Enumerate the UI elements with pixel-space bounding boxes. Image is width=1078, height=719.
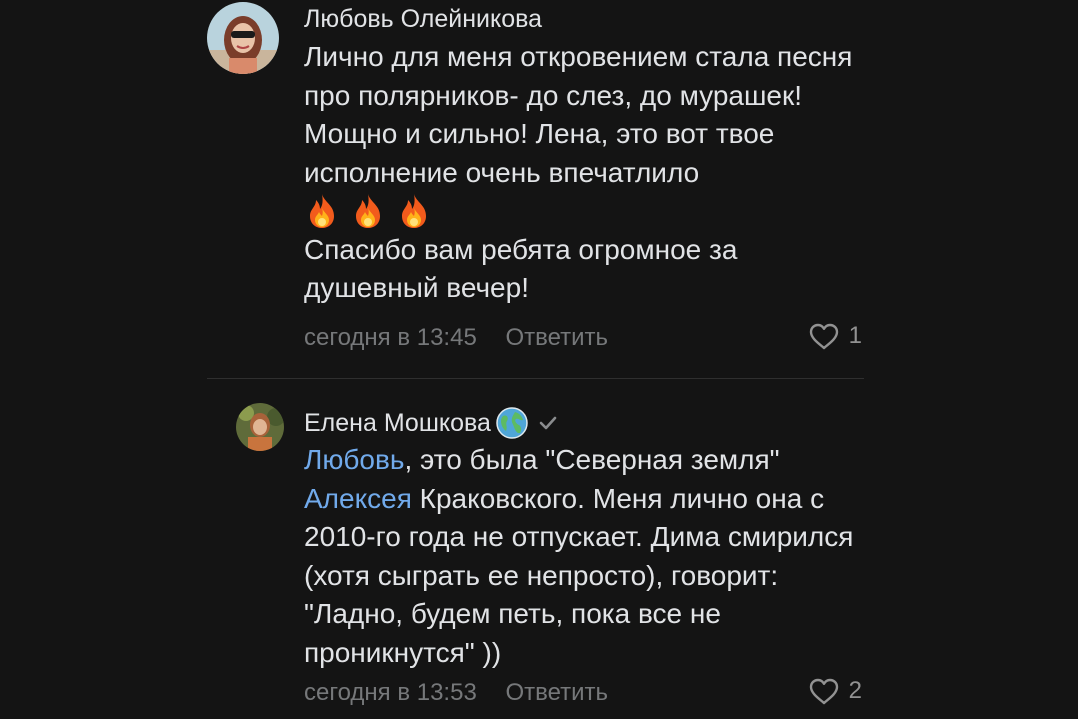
comment-meta: сегодня в 13:45 Ответить [304,324,608,352]
like-count: 1 [848,322,862,349]
comment-author[interactable]: Любовь Олейникова [304,5,542,34]
user-photo-avatar-icon [207,2,279,74]
avatar[interactable] [236,403,284,451]
avatar[interactable] [207,2,279,74]
comment-text-fragment: , это была "Северная земля" [404,444,780,475]
comment-timestamp: сегодня в 13:45 [304,324,477,351]
like-count: 2 [848,677,862,704]
mention-link[interactable]: Алексея [304,483,412,514]
comment-author[interactable]: Елена Мошкова [304,406,559,440]
author-name[interactable]: Елена Мошкова [304,409,491,438]
mention-link[interactable]: Любовь [304,444,404,475]
comment-paragraph: Лично для меня откровением стала песня п… [304,41,853,188]
divider [207,378,864,379]
fire-icon [310,194,334,229]
globe-icon [496,407,528,439]
heart-icon [809,323,838,349]
fire-icon [356,194,380,229]
author-name[interactable]: Любовь Олейникова [304,5,542,34]
reply-button[interactable]: Ответить [505,324,608,351]
heart-icon [809,678,838,704]
comment-text: Любовь, это была "Северная земля" Алексея… [304,441,864,672]
comment-paragraph: Любовь, это была "Северная земля" Алексея… [304,441,864,672]
comment-text: Лично для меня откровением стала песня п… [304,38,864,308]
user-photo-avatar-icon [236,403,284,451]
verified-check-icon [539,416,557,430]
comment-timestamp: сегодня в 13:53 [304,679,477,706]
comment-meta: сегодня в 13:53 Ответить [304,679,608,707]
like-button[interactable]: 1 [809,322,862,350]
like-button[interactable]: 2 [809,677,862,705]
reply-button[interactable]: Ответить [505,679,608,706]
fire-emoji-row [304,192,864,231]
comment-paragraph: Спасибо вам ребята огромное за душевный … [304,233,738,304]
fire-icon [402,194,426,229]
